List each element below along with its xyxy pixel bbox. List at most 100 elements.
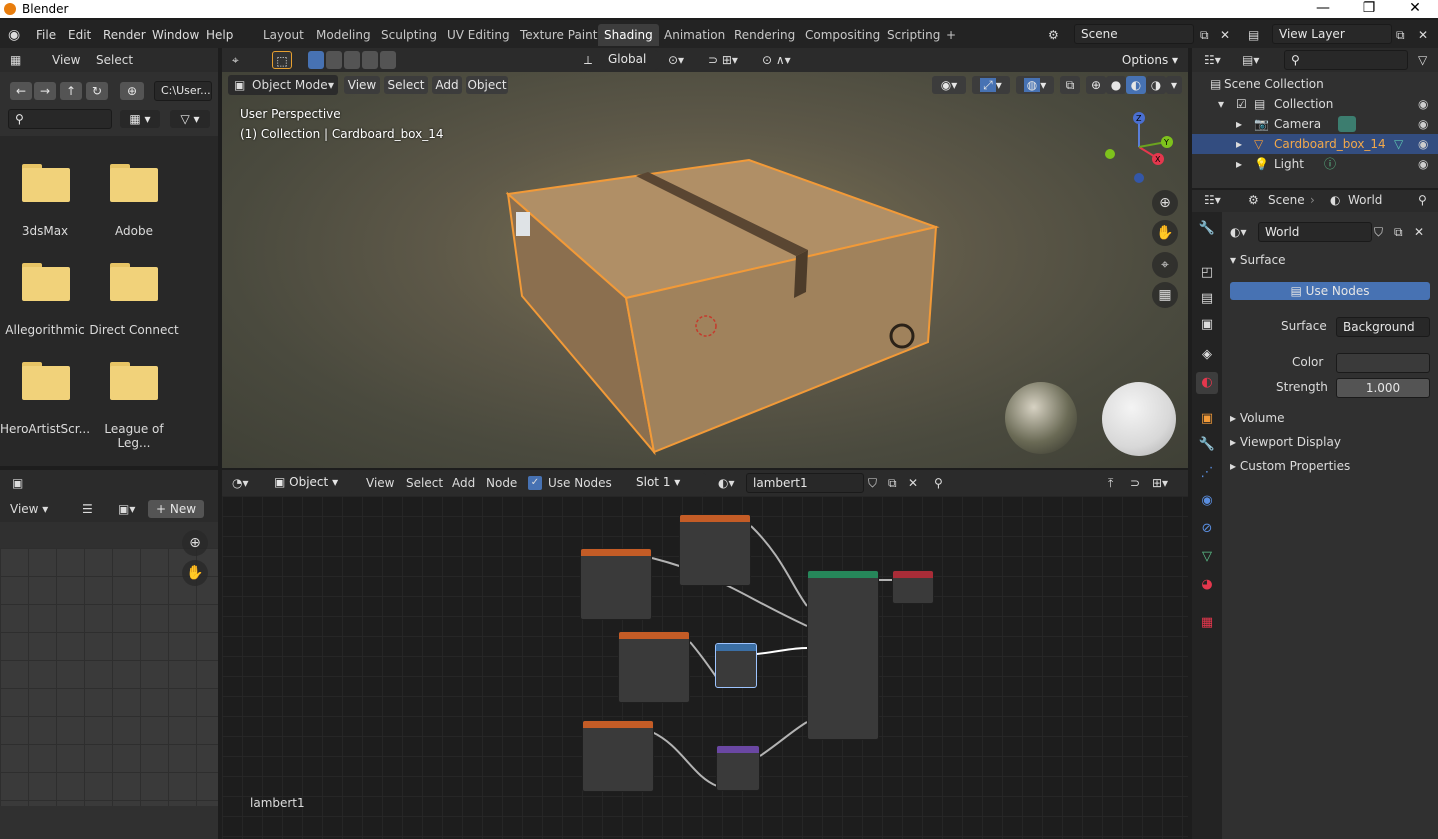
shader-type-dropdown[interactable]: ▣ Object ▾: [268, 473, 352, 493]
color-swatch[interactable]: [1336, 353, 1430, 373]
node-menu-node[interactable]: Node: [486, 473, 517, 493]
parent-node-tree-icon[interactable]: ⤒: [1108, 473, 1113, 493]
material-output-node[interactable]: [892, 570, 934, 604]
new-view-layer-icon[interactable]: ⧉: [1396, 25, 1405, 45]
folder-label[interactable]: Direct Connect: [89, 323, 179, 337]
pin-icon[interactable]: ⚲: [1418, 190, 1427, 210]
camera-view-icon[interactable]: ⌖: [1152, 252, 1178, 278]
folder-label[interactable]: Allegorithmic: [0, 323, 90, 337]
mesh-data-icon[interactable]: ▽: [1394, 134, 1403, 154]
refresh-icon[interactable]: ↻: [86, 82, 108, 100]
world-datablock[interactable]: ◐▾ World: [1230, 222, 1372, 242]
close-button[interactable]: ✕: [1392, 0, 1438, 18]
tab-scripting[interactable]: Scripting: [881, 24, 946, 46]
fake-user-shield-icon[interactable]: ⛉: [1374, 222, 1383, 242]
tool-tab-icon[interactable]: 🔧: [1196, 218, 1218, 240]
folder-label[interactable]: 3dsMax: [0, 224, 90, 238]
light-data-icon[interactable]: ⓘ: [1324, 154, 1336, 174]
editor-type-icon[interactable]: ▣: [12, 473, 23, 493]
maximize-button[interactable]: ❐: [1346, 0, 1392, 18]
add-workspace-button[interactable]: +: [940, 24, 962, 46]
folder-icon[interactable]: [22, 263, 70, 301]
physics-tab-icon[interactable]: ◉: [1196, 490, 1218, 512]
folder-icon[interactable]: [22, 164, 70, 202]
3d-viewport[interactable]: ▣ Object Mode ▾ View Select Add Object ◉…: [222, 72, 1188, 468]
fb-menu-view[interactable]: View: [52, 50, 80, 70]
folder-icon[interactable]: [110, 362, 158, 400]
filter-icon[interactable]: ▽ ▾: [170, 110, 210, 128]
editor-type-icon[interactable]: ⌖: [232, 50, 239, 70]
checkbox-icon[interactable]: ☑: [1236, 94, 1247, 114]
camera-data-icon[interactable]: [1338, 116, 1356, 132]
viewport-display-panel-header[interactable]: ▸ Viewport Display: [1230, 435, 1341, 449]
outliner-row-collection[interactable]: ▾ ☑ ▤ Collection ◉: [1192, 94, 1438, 114]
image-texture-node[interactable]: [580, 548, 652, 620]
view-layer-field[interactable]: View Layer: [1272, 24, 1392, 44]
tab-sculpting[interactable]: Sculpting: [375, 24, 443, 46]
menu-file[interactable]: File: [36, 25, 56, 45]
proportional-edit-icon[interactable]: ⊙ ∧▾: [762, 50, 791, 70]
principled-bsdf-node[interactable]: [807, 570, 879, 740]
folder-icon[interactable]: [22, 362, 70, 400]
visibility-eye-icon[interactable]: ◉: [1418, 94, 1428, 114]
particles-tab-icon[interactable]: ⋰: [1196, 462, 1218, 484]
folder-label[interactable]: League of Leg...: [89, 422, 179, 450]
visibility-eye-icon[interactable]: ◉: [1418, 134, 1428, 154]
editor-type-icon[interactable]: ☷▾: [1204, 50, 1221, 70]
view-layer-icon[interactable]: ▤: [1248, 25, 1259, 45]
outliner-row-scene-collection[interactable]: ▤ Scene Collection: [1192, 74, 1438, 94]
perspective-toggle-icon[interactable]: ▦: [1152, 282, 1178, 308]
new-scene-icon[interactable]: ⧉: [1200, 25, 1209, 45]
expand-arrow-icon[interactable]: ▾: [1218, 94, 1224, 114]
scene-tab-icon[interactable]: ◈: [1196, 344, 1218, 366]
pan-hand-icon[interactable]: ✋: [1152, 220, 1178, 246]
outliner-row-cardboard-box[interactable]: ▸ ▽ Cardboard_box_14 ▽ ◉: [1192, 134, 1438, 154]
search-input[interactable]: ⚲: [8, 109, 112, 129]
fb-menu-select[interactable]: Select: [96, 50, 133, 70]
node-canvas[interactable]: lambert1: [222, 496, 1188, 839]
pivot-point-icon[interactable]: ⊙▾: [668, 50, 684, 70]
node-menu-select[interactable]: Select: [406, 473, 443, 493]
menu-edit[interactable]: Edit: [68, 25, 91, 45]
visibility-eye-icon[interactable]: ◉: [1418, 154, 1428, 174]
folder-icon[interactable]: [110, 164, 158, 202]
folder-label[interactable]: HeroArtistScr...: [0, 422, 90, 436]
new-folder-icon[interactable]: ⊕: [120, 82, 144, 100]
node-menu-add[interactable]: Add: [452, 473, 475, 493]
menu-help[interactable]: Help: [206, 25, 233, 45]
folder-label[interactable]: Adobe: [89, 224, 179, 238]
select-mode-subtract-icon[interactable]: [344, 51, 360, 69]
world-tab-icon[interactable]: ◐: [1196, 372, 1218, 394]
tab-modeling[interactable]: Modeling: [310, 24, 377, 46]
select-tool-icon[interactable]: ⬚: [272, 51, 292, 69]
blender-menu-icon[interactable]: ◉: [8, 25, 20, 45]
display-mode-icon[interactable]: ▦ ▾: [120, 110, 160, 128]
editor-type-icon[interactable]: ▦: [10, 50, 21, 70]
parent-dir-icon[interactable]: ↑: [60, 82, 82, 100]
world-name-field[interactable]: World: [1258, 222, 1372, 242]
surface-panel-header[interactable]: ▾ Surface: [1230, 253, 1286, 267]
outliner-row-camera[interactable]: ▸ 📷 Camera ◉: [1192, 114, 1438, 134]
data-tab-icon[interactable]: ▽: [1196, 546, 1218, 568]
duplicate-world-icon[interactable]: ⧉: [1394, 222, 1403, 242]
menu-render[interactable]: Render: [103, 25, 146, 45]
use-nodes-button[interactable]: ▤ Use Nodes: [1230, 282, 1430, 300]
expand-arrow-icon[interactable]: ▸: [1236, 114, 1242, 134]
editor-type-icon[interactable]: ☷▾: [1204, 190, 1221, 210]
tab-animation[interactable]: Animation: [658, 24, 731, 46]
menu-window[interactable]: Window: [152, 25, 199, 45]
outliner-row-light[interactable]: ▸ 💡 Light ⓘ ◉: [1192, 154, 1438, 174]
unlink-world-icon[interactable]: ✕: [1414, 222, 1424, 242]
zoom-icon[interactable]: ⊕: [182, 530, 208, 556]
path-field[interactable]: C:\User...: [154, 81, 212, 101]
image-canvas[interactable]: [0, 548, 218, 806]
select-mode-extend-icon[interactable]: [326, 51, 342, 69]
volume-panel-header[interactable]: ▸ Volume: [1230, 411, 1284, 425]
options-dropdown[interactable]: Options ▾: [1120, 51, 1180, 69]
constraints-tab-icon[interactable]: ⊘: [1196, 518, 1218, 540]
material-browse-icon[interactable]: ◐▾: [718, 473, 735, 493]
scene-field[interactable]: Scene: [1074, 24, 1194, 44]
forward-arrow-icon[interactable]: →: [34, 82, 56, 100]
delete-view-layer-icon[interactable]: ✕: [1418, 25, 1428, 45]
visibility-eye-icon[interactable]: ◉: [1418, 114, 1428, 134]
